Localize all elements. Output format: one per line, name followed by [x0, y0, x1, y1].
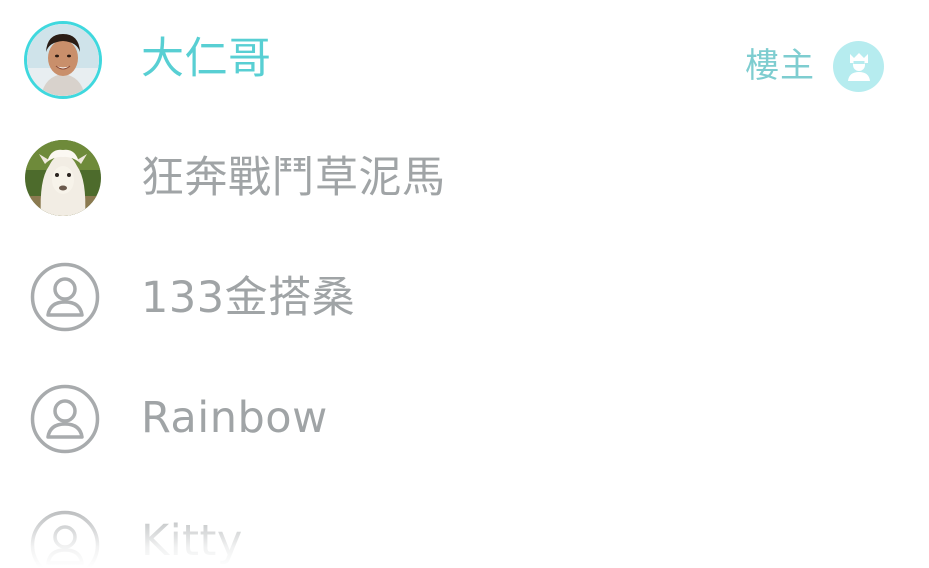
member-name: 大仁哥	[141, 34, 272, 84]
member-name: Rainbow	[141, 393, 328, 443]
member-row[interactable]: 133金搭桑	[0, 240, 929, 360]
member-list: 大仁哥 樓主 狂奔戰鬥草泥馬 133金搭桑 Rainbow Kitty	[0, 0, 929, 568]
member-name: 133金搭桑	[141, 273, 356, 323]
alpaca-photo-avatar-icon[interactable]	[25, 140, 101, 216]
member-row[interactable]: 狂奔戰鬥草泥馬	[0, 120, 929, 240]
default-user-avatar-icon[interactable]	[30, 384, 100, 454]
member-row[interactable]: Kitty	[0, 480, 929, 568]
owner-label: 樓主	[745, 46, 815, 86]
crown-user-icon	[833, 40, 884, 92]
member-row[interactable]: Rainbow	[0, 360, 929, 480]
member-name: Kitty	[141, 516, 243, 566]
member-row-owner[interactable]: 大仁哥 樓主	[0, 0, 929, 120]
owner-badge: 樓主	[745, 40, 884, 92]
user-photo-avatar-icon[interactable]	[24, 21, 102, 99]
default-user-avatar-icon[interactable]	[30, 510, 100, 568]
default-user-avatar-icon[interactable]	[30, 262, 100, 332]
member-name: 狂奔戰鬥草泥馬	[141, 153, 446, 203]
